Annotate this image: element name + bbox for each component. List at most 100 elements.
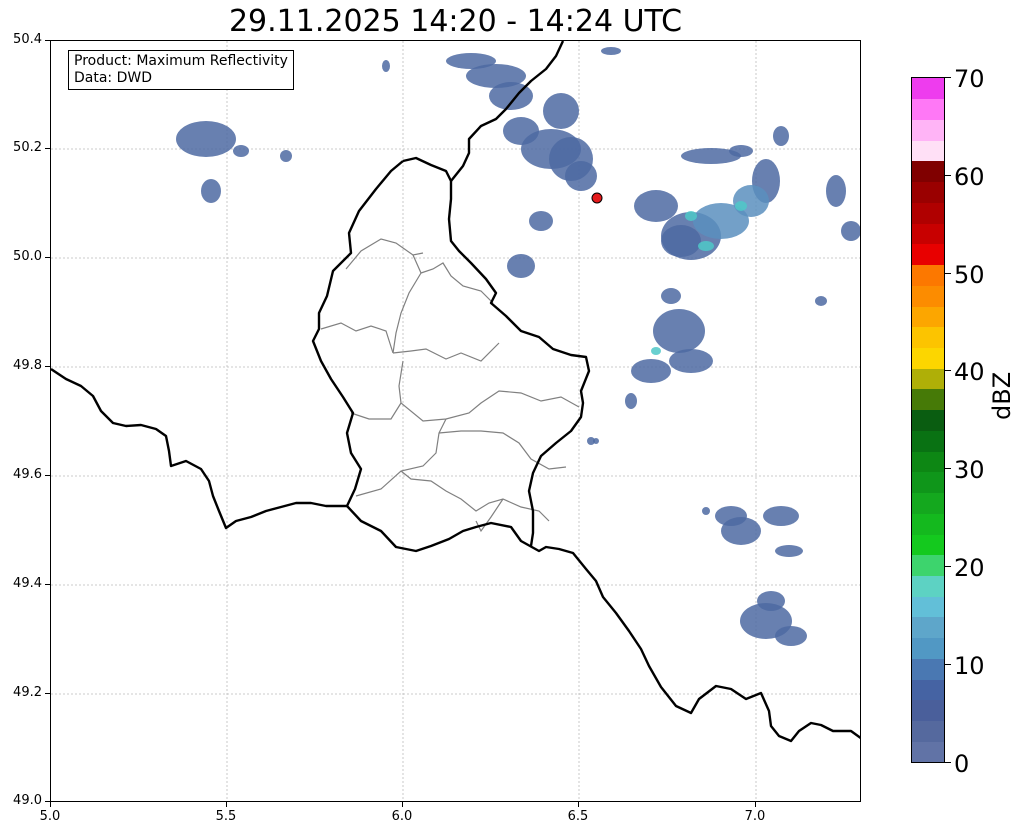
x-tick-label: 7.0 [744, 809, 766, 824]
x-tick-label: 6.0 [391, 809, 413, 824]
map-canvas [51, 41, 860, 801]
echo-cell [826, 175, 846, 207]
colorbar-tick [945, 762, 951, 763]
x-tick-mark [578, 802, 579, 807]
district-line-north-2 [392, 254, 422, 354]
colorbar-segment [912, 575, 944, 597]
y-tick-mark [45, 366, 50, 367]
district-boundaries [320, 238, 580, 533]
colorbar-segment [912, 471, 944, 494]
y-tick-label: 50.4 [13, 32, 42, 47]
district-line-south [355, 418, 447, 497]
colorbar-segment [912, 637, 944, 659]
colorbar-label: 60 [954, 163, 985, 191]
colorbar-segment [912, 264, 944, 286]
echo-cell [201, 179, 221, 203]
colorbar-segment [912, 202, 944, 224]
x-tick-mark [755, 802, 756, 807]
district-line-mid-2 [350, 402, 402, 420]
echo-cell [651, 347, 661, 355]
colorbar-segment [912, 347, 944, 369]
colorbar-label: 30 [954, 456, 985, 484]
colorbar-tick [945, 468, 951, 469]
colorbar-segment [912, 699, 944, 722]
colorbar-segment [912, 368, 944, 390]
y-tick-mark [45, 584, 50, 585]
colorbar-label: 10 [954, 652, 985, 680]
echo-cell [565, 161, 597, 191]
y-tick-mark [45, 693, 50, 694]
y-tick-mark [45, 475, 50, 476]
echo-cell [653, 309, 705, 353]
colorbar-segment [912, 388, 944, 411]
colorbar-segment [912, 430, 944, 452]
colorbar-segment [912, 119, 944, 141]
colorbar-segment [912, 658, 944, 680]
colorbar-label: 20 [954, 554, 985, 582]
y-tick-label: 50.2 [13, 140, 42, 155]
echo-cell [685, 211, 697, 221]
echo-cell [775, 626, 807, 646]
colorbar-segment [912, 679, 944, 701]
echo-cell [702, 507, 710, 515]
district-line-north [345, 238, 424, 270]
colorbar-label: 40 [954, 358, 985, 386]
colorbar-tick [945, 77, 951, 78]
y-tick-mark [45, 257, 50, 258]
echo-cell [773, 126, 789, 146]
colorbar-segment [912, 513, 944, 535]
echo-cell [601, 47, 621, 55]
colorbar-segment [912, 720, 944, 742]
echo-cell [634, 190, 678, 222]
echo-cell [176, 121, 236, 157]
y-tick-mark [45, 148, 50, 149]
echo-cell [815, 296, 827, 306]
radar-station-marker[interactable] [591, 192, 603, 204]
station-marker-group [591, 192, 603, 204]
colorbar-segment [912, 451, 944, 473]
colorbar [911, 77, 945, 763]
x-tick-label: 6.5 [567, 809, 589, 824]
y-tick-label: 49.6 [13, 467, 42, 482]
x-tick-mark [50, 802, 51, 807]
echo-cell [669, 349, 713, 373]
colorbar-segment [912, 596, 944, 618]
colorbar-segment [912, 326, 944, 349]
colorbar-segment [912, 181, 944, 203]
district-line-south-3 [400, 470, 550, 522]
echo-cell [529, 211, 553, 231]
district-line-clervaux [420, 262, 494, 304]
colorbar-segment [912, 160, 944, 183]
y-tick-label: 50.0 [13, 249, 42, 264]
y-tick-label: 49.0 [13, 793, 42, 808]
colorbar-segment [912, 492, 944, 514]
colorbar-segment [912, 78, 944, 100]
echo-cell [661, 288, 681, 304]
colorbar-label: 50 [954, 261, 985, 289]
colorbar-tick [945, 175, 951, 176]
colorbar-segment [912, 306, 944, 328]
x-tick-mark [226, 802, 227, 807]
info-box: Product: Maximum Reflectivity Data: DWD [68, 50, 294, 90]
colorbar-segment [912, 741, 944, 762]
colorbar-label: 70 [954, 65, 985, 93]
echo-cell [280, 150, 292, 162]
echo-cell [233, 145, 249, 157]
district-line-mid [398, 360, 580, 422]
district-line-diekirch [392, 342, 500, 362]
echo-cell [382, 60, 390, 72]
echo-cell [625, 393, 637, 409]
colorbar-segment [912, 554, 944, 577]
x-tick-mark [402, 802, 403, 807]
colorbar-segment [912, 285, 944, 307]
y-tick-label: 49.4 [13, 576, 42, 591]
x-tick-label: 5.0 [39, 809, 61, 824]
echo-cell [775, 545, 803, 557]
colorbar-segment [912, 616, 944, 639]
radar-map[interactable] [50, 40, 861, 802]
info-data-source: Data: DWD [74, 70, 152, 86]
echo-cell [543, 93, 579, 129]
border-luxembourg-west [311, 160, 404, 507]
echo-cell [593, 438, 599, 444]
border-belgium-france [51, 368, 347, 530]
